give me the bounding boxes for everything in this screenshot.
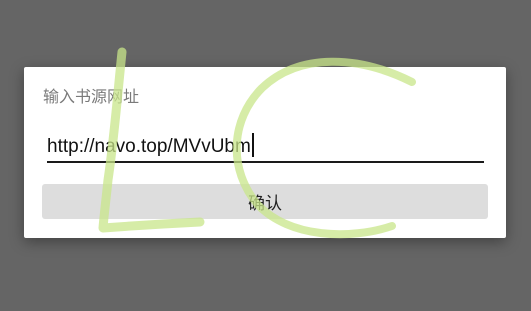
text-caret — [251, 133, 254, 157]
add-book-source-dialog: 输入书源网址 http://navo.top/MVvUbm 确认 — [24, 67, 506, 238]
dialog-title: 输入书源网址 — [43, 87, 140, 106]
confirm-button-label: 确认 — [248, 194, 282, 214]
url-input-field[interactable]: http://navo.top/MVvUbm — [47, 131, 484, 163]
confirm-button[interactable]: 确认 — [42, 184, 488, 219]
url-input[interactable]: http://navo.top/MVvUbm — [47, 133, 254, 160]
url-input-value: http://navo.top/MVvUbm — [47, 136, 251, 157]
